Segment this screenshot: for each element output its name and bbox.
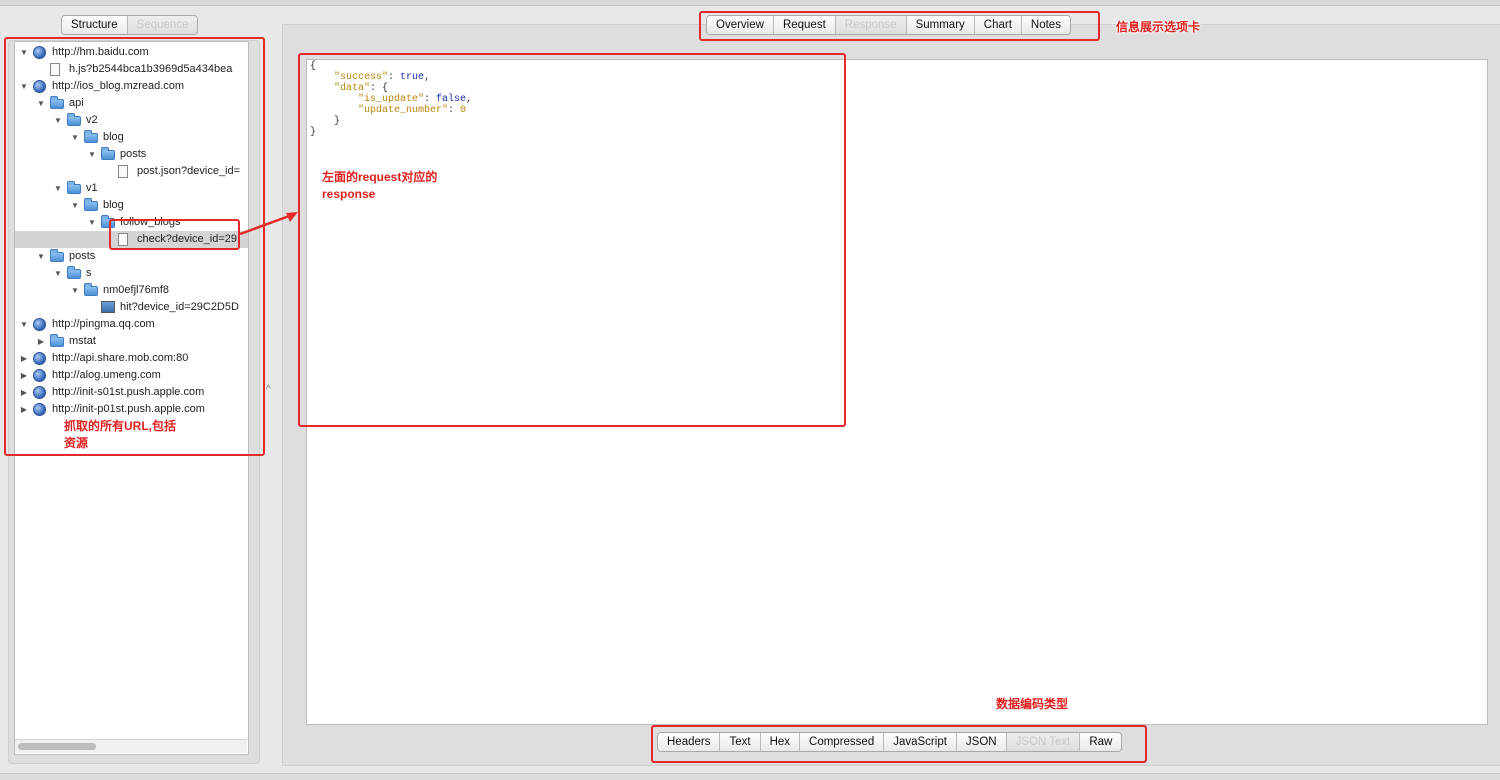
annotation-response-line2: response (322, 187, 376, 201)
view-mode-tabs: Structure Sequence (61, 15, 199, 35)
window-top-strip (0, 0, 1500, 6)
annotation-urls-line1: 抓取的所有URL,包括 (64, 419, 176, 433)
splitter-handle[interactable]: ^ (266, 384, 271, 395)
tree-horizontal-scrollbar[interactable] (15, 739, 247, 753)
annotation-info-tabs: 信息展示选项卡 (1116, 20, 1201, 34)
tab-structure[interactable]: Structure (62, 16, 128, 34)
annotation-response-line1: 左面的request对应的 (322, 170, 438, 184)
tab-sequence[interactable]: Sequence (127, 16, 198, 34)
annotation-box-response (298, 53, 846, 427)
annotation-format-tabs: 数据编码类型 (996, 697, 1069, 711)
annotation-box-format-tabs (651, 725, 1147, 763)
scrollbar-thumb[interactable] (18, 743, 96, 750)
annotation-box-info-tabs (699, 11, 1100, 41)
annotation-urls-line2: 资源 (64, 436, 89, 450)
annotation-box-selected-request (109, 219, 240, 250)
